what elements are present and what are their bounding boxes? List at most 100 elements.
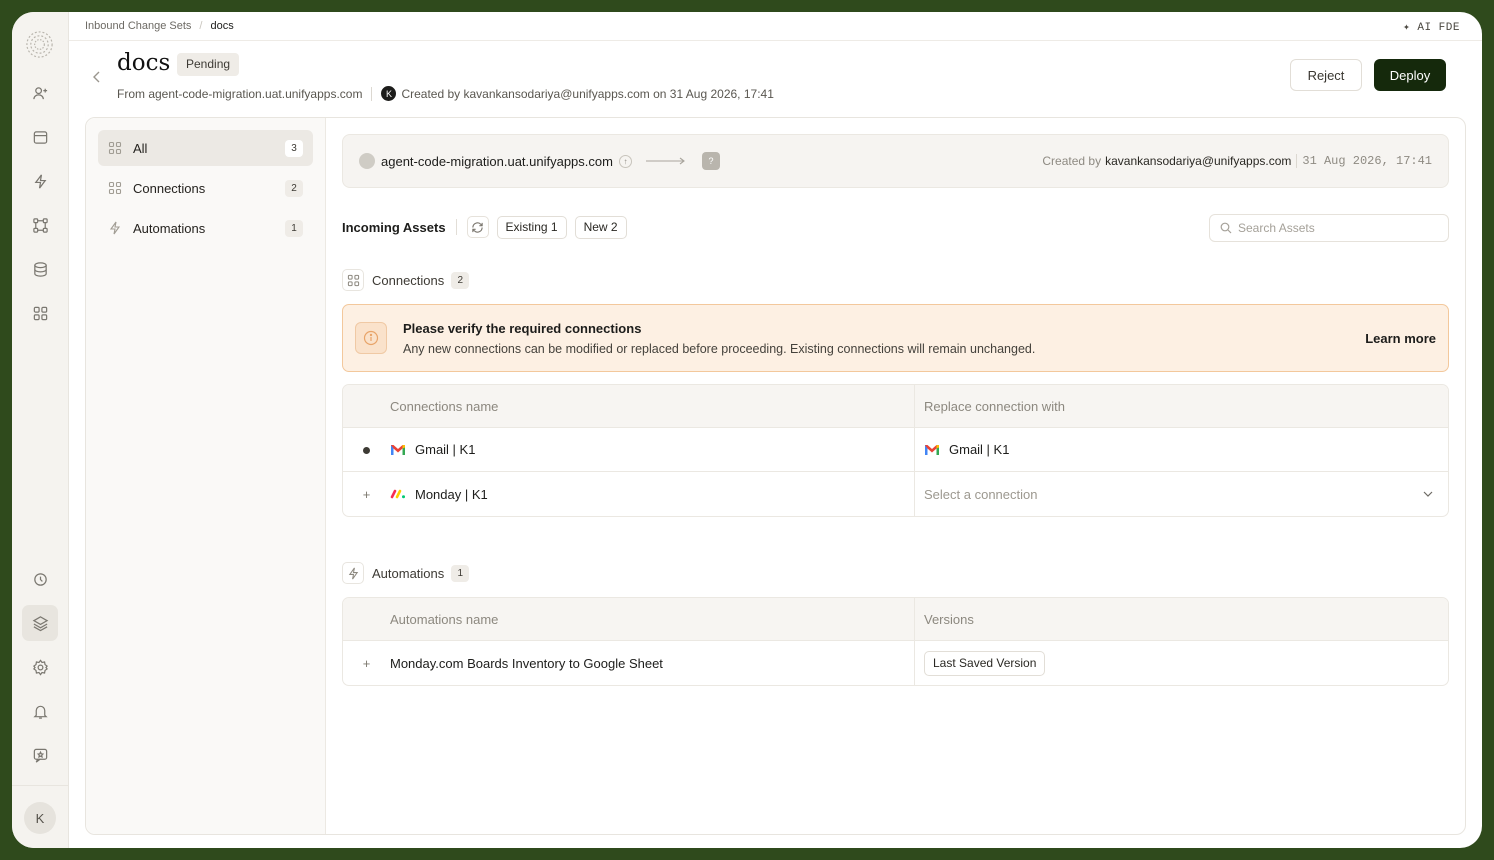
globe-icon xyxy=(359,153,375,169)
source-target-bar: agent-code-migration.uat.unifyapps.com ↑… xyxy=(342,134,1449,188)
source-from: From agent-code-migration.uat.unifyapps.… xyxy=(117,86,363,101)
incoming-assets-toolbar: Incoming Assets Existing 1 New 2 Search … xyxy=(342,214,1449,242)
nav-item-count: 3 xyxy=(285,139,303,157)
new-filter-pill[interactable]: New 2 xyxy=(574,215,627,239)
nav-item-label: Connections xyxy=(133,180,206,196)
column-header: Automations name xyxy=(390,598,915,641)
column-header: Connections name xyxy=(390,385,915,428)
database-icon[interactable] xyxy=(26,255,54,283)
feedback-icon[interactable] xyxy=(26,741,54,769)
unknown-target-icon: ? xyxy=(701,152,720,170)
refresh-icon xyxy=(472,221,483,233)
select-connection-dropdown[interactable]: Select a connection xyxy=(915,472,1448,516)
table-header-row: Connections name Replace connection with xyxy=(343,385,1448,428)
source-info: From agent-code-migration.uat.unifyapps.… xyxy=(117,86,774,101)
created-by-label: Created by xyxy=(1042,154,1102,168)
breadcrumb-current: docs xyxy=(210,20,234,32)
layers-icon[interactable] xyxy=(22,605,58,641)
automations-section-header: Automations 1 xyxy=(342,562,470,584)
source-host: agent-code-migration.uat.unifyapps.com xyxy=(381,153,613,169)
alert-body: Any new connections can be modified or r… xyxy=(403,341,1036,356)
search-placeholder: Search Assets xyxy=(1238,221,1315,235)
ai-badge-icon[interactable] xyxy=(26,565,54,593)
section-label: Automations xyxy=(372,565,445,581)
nav-item-count: 2 xyxy=(285,179,303,197)
connections-table: Connections name Replace connection with… xyxy=(342,384,1449,517)
ai-fde-button[interactable]: ✦ AI FDE xyxy=(1403,20,1460,34)
nav-item-all[interactable]: All 3 xyxy=(98,130,313,166)
deploy-button[interactable]: Deploy xyxy=(1374,59,1446,91)
row-marker xyxy=(343,428,390,472)
rail-divider xyxy=(12,785,69,786)
apps-icon[interactable] xyxy=(26,299,54,327)
workflow-icon[interactable] xyxy=(26,211,54,239)
connection-name: Gmail | K1 xyxy=(415,442,476,457)
user-avatar[interactable]: K xyxy=(24,802,56,834)
nav-item-count: 1 xyxy=(285,219,303,237)
section-label: Connections xyxy=(372,272,445,288)
app-logo[interactable] xyxy=(24,29,55,60)
divider xyxy=(371,86,373,101)
existing-dot-icon xyxy=(363,447,370,454)
verify-connections-alert: Please verify the required connections A… xyxy=(342,304,1449,372)
bell-icon[interactable] xyxy=(26,697,54,725)
replace-connection-name: Gmail | K1 xyxy=(949,442,1010,457)
lightning-icon xyxy=(109,221,121,235)
table-header-row: Automations name Versions xyxy=(343,598,1448,641)
connection-name: Monday | K1 xyxy=(415,486,488,502)
external-link-icon[interactable]: ↑ xyxy=(618,154,632,168)
back-chevron-icon[interactable] xyxy=(90,70,104,84)
breadcrumb-parent[interactable]: Inbound Change Sets xyxy=(85,20,191,32)
grid-icon xyxy=(108,141,122,155)
nav-item-automations[interactable]: Automations 1 xyxy=(98,210,313,246)
created-datetime: 31 Aug 2026, 17:41 xyxy=(1302,154,1432,168)
page-title: docs xyxy=(117,50,171,76)
expand-plus-icon[interactable]: + xyxy=(343,472,390,516)
status-badge: Pending xyxy=(177,53,240,76)
user-add-icon[interactable] xyxy=(26,79,54,107)
lightning-icon[interactable] xyxy=(26,167,54,195)
expand-plus-icon[interactable]: + xyxy=(343,641,390,685)
learn-more-link[interactable]: Learn more xyxy=(1365,331,1436,346)
search-icon xyxy=(1220,222,1232,234)
connections-section-header: Connections 2 xyxy=(342,269,470,291)
settings-icon[interactable] xyxy=(26,653,54,681)
column-header: Versions xyxy=(915,598,1448,641)
divider xyxy=(455,219,457,235)
reject-button[interactable]: Reject xyxy=(1290,59,1362,91)
connection-name-cell: Monday | K1 xyxy=(390,472,915,516)
automations-table: Automations name Versions + Monday.com B… xyxy=(342,597,1449,686)
select-placeholder: Select a connection xyxy=(924,486,1038,502)
left-rail: K xyxy=(12,12,69,848)
existing-filter-pill[interactable]: Existing 1 xyxy=(496,215,567,239)
arrow-right-icon xyxy=(645,157,685,165)
nav-item-label: All xyxy=(133,140,148,156)
marker-header xyxy=(343,385,390,428)
replace-cell: Gmail | K1 xyxy=(915,428,1448,472)
gmail-icon xyxy=(925,444,939,455)
incoming-assets-label: Incoming Assets xyxy=(342,219,446,235)
table-row: + Monday.com Boards Inventory to Google … xyxy=(343,641,1448,685)
column-header: Replace connection with xyxy=(915,385,1448,428)
chevron-down-icon xyxy=(1423,491,1433,497)
automation-name: Monday.com Boards Inventory to Google Sh… xyxy=(390,641,915,685)
content-card: All 3 Connections 2 Automations 1 agent-… xyxy=(85,117,1466,835)
created-by-text: Created by kavankansodariya@unifyapps.co… xyxy=(401,86,774,101)
nav-item-label: Automations xyxy=(133,220,206,236)
lightning-icon xyxy=(342,562,364,584)
refresh-button[interactable] xyxy=(466,216,489,238)
monday-icon xyxy=(390,489,405,499)
creator-avatar: K xyxy=(381,86,397,101)
info-icon xyxy=(355,322,387,354)
versions-cell: Last Saved Version xyxy=(915,641,1448,685)
version-pill[interactable]: Last Saved Version xyxy=(924,650,1046,676)
table-row: Gmail | K1 Gmail | K1 xyxy=(343,428,1448,472)
search-input[interactable]: Search Assets xyxy=(1209,214,1449,242)
nav-item-connections[interactable]: Connections 2 xyxy=(98,170,313,206)
window-icon[interactable] xyxy=(26,123,54,151)
gmail-icon xyxy=(391,444,405,455)
section-count: 2 xyxy=(451,271,470,289)
breadcrumb-separator: / xyxy=(199,20,203,32)
grid-icon xyxy=(342,269,364,291)
asset-filter-nav: All 3 Connections 2 Automations 1 xyxy=(86,118,326,834)
